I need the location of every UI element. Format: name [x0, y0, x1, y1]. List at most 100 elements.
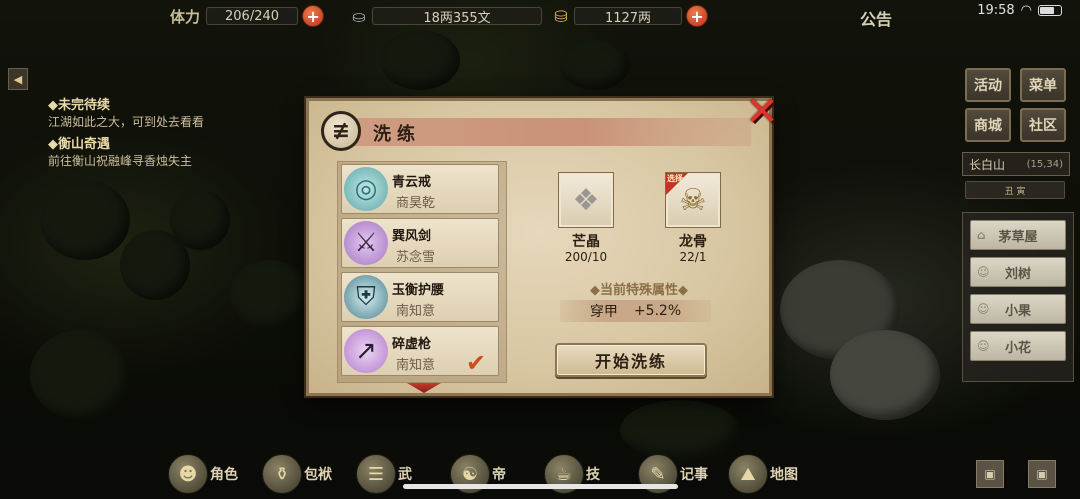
nav-label: 包袱 [304, 467, 332, 483]
material-name: 芒晶 [572, 234, 600, 250]
nav-label: 武 [398, 467, 412, 483]
martial-icon: ☰ [356, 454, 396, 494]
npc-label: 茅草屋 [998, 229, 1038, 245]
location-coord: (15,34) [1026, 158, 1063, 170]
equipment-item-selected[interactable]: ↗ 碎虚枪 南知意 ✔ [341, 326, 499, 377]
activity-button[interactable]: 活动 [965, 68, 1011, 102]
special-attribute-box: 穿甲 +5.2% [560, 300, 711, 322]
refine-emblem-icon: ≢ [321, 111, 361, 151]
location-display: 长白山 (15,34) [962, 152, 1070, 176]
sword-icon: ⚔ [344, 221, 388, 265]
quest-tracker: ◆未完待续 江湖如此之大，可到处去看看 ◆衡山奇遇 前往衡山祝融峰寻香烛失主 [48, 92, 208, 170]
status-bar: 19:58 ◠ [977, 3, 1062, 18]
material-count: 200/10 [564, 250, 608, 264]
attribute-value: +5.2% [633, 303, 682, 319]
checkmark-icon: ✔ [466, 349, 487, 377]
location-name: 长白山 [969, 157, 1006, 172]
armor-icon: ⛨ [344, 275, 388, 319]
nav-journal[interactable]: ✎ 记事 [638, 452, 708, 496]
house-icon: ⌂ [977, 228, 986, 242]
add-stamina-button[interactable]: + [302, 5, 325, 27]
stamina-resource: 体力 206/240 + [170, 5, 325, 27]
refine-dialog: ≢ 洗练 ✕ ◎ 青云戒 商昊乾 ⚔ 巽风剑 苏念雪 ⛨ 玉衡护腰 南知意 ↗ … [306, 89, 779, 396]
nav-skill[interactable]: ☕ 技 [544, 452, 600, 496]
quest-title[interactable]: ◆衡山奇遇 [48, 133, 208, 152]
equipment-item[interactable]: ⛨ 玉衡护腰 南知意 [341, 272, 499, 322]
time-of-day-bar: 丑 寅 [965, 181, 1065, 199]
resource-bar: 体力 206/240 + ⛀ 18两355文 ⛁ 1127两 + [150, 0, 910, 32]
battery-icon [1038, 5, 1062, 16]
small-toggle-button[interactable]: ▣ [1028, 460, 1056, 488]
gold-resource: ⛁ 1127两 + [548, 5, 708, 27]
map-icon: ⛰ [728, 454, 768, 494]
nav-label: 记事 [680, 467, 708, 483]
npc-label: 小花 [1004, 340, 1031, 356]
quest-title[interactable]: ◆未完待续 [48, 94, 208, 113]
npc-button[interactable]: ⌂ 茅草屋 [970, 220, 1066, 250]
small-toggle-button[interactable]: ▣ [976, 460, 1004, 488]
silver-resource: ⛀ 18两355文 [346, 5, 542, 27]
nav-emperor[interactable]: ☯ 帝 [450, 452, 506, 496]
person-icon: ☺ [977, 302, 990, 316]
nav-character[interactable]: ☻ 角色 [168, 452, 238, 496]
dragon-bone-icon: ☠ [679, 182, 707, 218]
npc-button[interactable]: ☺ 小花 [970, 331, 1066, 361]
item-owner: 商昊乾 [396, 196, 436, 211]
material-slot[interactable]: ❖ [558, 172, 614, 228]
material-count: 22/1 [679, 250, 707, 264]
community-button[interactable]: 社区 [1020, 108, 1066, 142]
bag-icon: ⚱ [262, 454, 302, 494]
npc-button[interactable]: ☺ 小果 [970, 294, 1066, 324]
quest-desc: 江湖如此之大，可到处去看看 [48, 115, 205, 129]
nav-label: 技 [586, 467, 600, 483]
shop-button[interactable]: 商城 [965, 108, 1011, 142]
nav-label: 角色 [210, 467, 238, 483]
character-icon: ☻ [168, 454, 208, 494]
item-name: 碎虚枪 [392, 337, 432, 352]
npc-label: 小果 [1004, 303, 1031, 319]
stamina-label: 体力 [170, 7, 201, 26]
material-slot-selected[interactable]: ☠ 选择 [665, 172, 721, 228]
menu-button[interactable]: 菜单 [1020, 68, 1066, 102]
quest-desc: 前往衡山祝融峰寻香烛失主 [48, 154, 193, 168]
nav-label: 帝 [492, 467, 506, 483]
attribute-name: 穿甲 [589, 304, 618, 320]
material-name: 龙骨 [679, 234, 707, 250]
nav-martial[interactable]: ☰ 武 [356, 452, 412, 496]
item-owner: 南知意 [396, 358, 436, 373]
wifi-icon: ◠ [1020, 3, 1032, 18]
person-icon: ☺ [977, 265, 990, 279]
clock: 19:58 [977, 3, 1015, 18]
dialog-title: 洗练 [373, 124, 421, 145]
collapse-quest-button[interactable]: ◀ [8, 68, 28, 90]
equipment-item[interactable]: ⚔ 巽风剑 苏念雪 [341, 218, 499, 268]
nav-map[interactable]: ⛰ 地图 [728, 452, 798, 496]
npc-button[interactable]: ☺ 刘树 [970, 257, 1066, 287]
gold-ingot-icon: ⛁ [554, 6, 568, 26]
silver-value: 18两355文 [372, 7, 542, 26]
ring-icon: ◎ [344, 167, 388, 211]
silver-icon: ⛀ [352, 6, 366, 26]
nav-bag[interactable]: ⚱ 包袱 [262, 452, 332, 496]
item-name: 青云戒 [392, 175, 432, 190]
nav-label: 地图 [770, 467, 798, 483]
close-icon[interactable]: ✕ [741, 89, 783, 135]
start-refine-button[interactable]: 开始洗练 [555, 343, 707, 377]
item-owner: 南知意 [396, 304, 436, 319]
crystal-icon: ❖ [572, 182, 600, 218]
spear-icon: ↗ [344, 329, 388, 373]
item-owner: 苏念雪 [396, 250, 436, 265]
stamina-value: 206/240 [206, 7, 299, 25]
special-attribute-title: ◆当前特殊属性◆ [590, 283, 688, 298]
gold-value: 1127两 [574, 7, 682, 26]
scroll-indicator [407, 383, 441, 393]
equipment-item[interactable]: ◎ 青云戒 商昊乾 [341, 164, 499, 214]
bottom-nav-bar [0, 448, 1080, 499]
npc-label: 刘树 [1004, 266, 1031, 282]
notice-button[interactable]: 公告 [860, 6, 892, 30]
home-indicator[interactable] [403, 484, 678, 489]
person-icon: ☺ [977, 339, 990, 353]
add-gold-button[interactable]: + [686, 5, 708, 27]
item-name: 巽风剑 [392, 229, 432, 244]
item-name: 玉衡护腰 [392, 283, 445, 298]
